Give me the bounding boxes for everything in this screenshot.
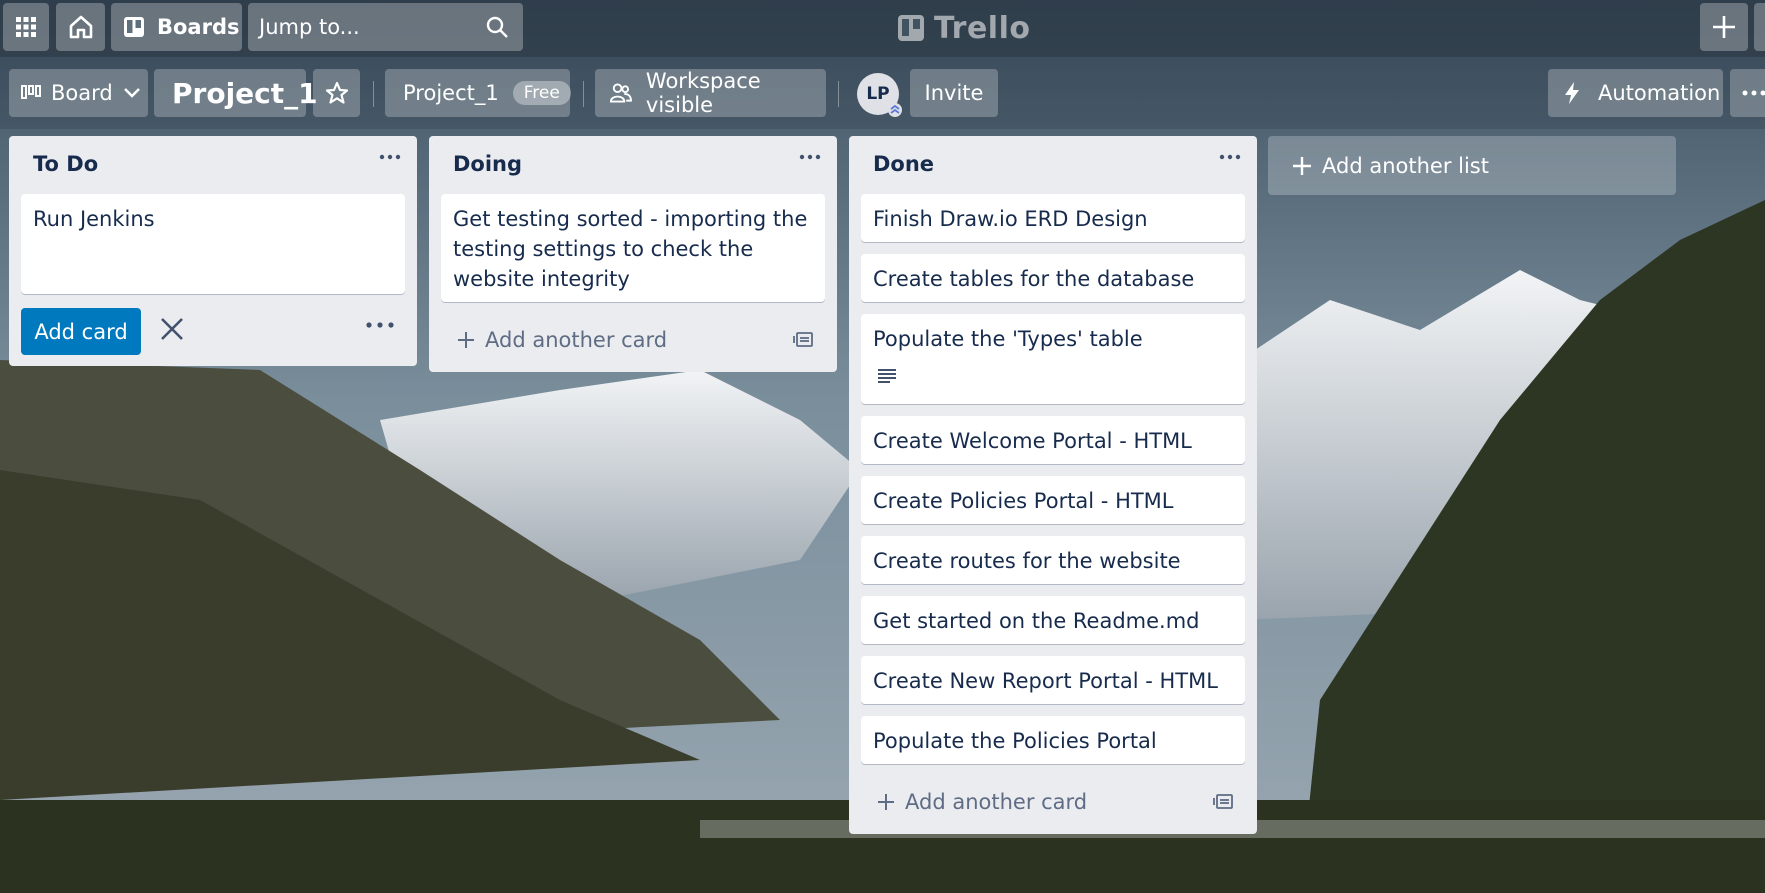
card[interactable]: Create Policies Portal - HTML [861,476,1245,524]
star-icon [325,81,348,104]
search-input[interactable]: Jump to... [248,3,523,51]
workspace-name: Project_1 [403,81,499,105]
card-template-icon[interactable] [793,329,815,349]
chevron-down-icon [123,88,140,98]
card[interactable]: Get testing sorted - importing the testi… [441,194,825,302]
composer-more-icon[interactable] [366,322,394,328]
board-menu-button[interactable] [1730,69,1765,117]
plus-icon [458,332,474,348]
description-icon [878,369,896,383]
apps-grid-icon [16,17,36,37]
board-view-icon [21,85,41,99]
add-another-list-label: Add another list [1322,153,1489,178]
add-card-button[interactable]: Add card [21,308,141,355]
card[interactable]: Create New Report Portal - HTML [861,656,1245,704]
visibility-label: Workspace visible [645,69,761,117]
avatar-initials: LP [866,84,890,104]
logo-text: Trello [934,10,1031,46]
plus-icon [1293,156,1311,175]
plus-icon [878,794,894,810]
card[interactable]: Populate the Policies Portal [861,716,1245,764]
home-icon [69,15,92,39]
card[interactable]: Create tables for the database [861,254,1245,302]
search-placeholder: Jump to... [259,15,360,39]
add-another-card-button[interactable]: Add another card [457,328,667,352]
home-button[interactable] [56,3,105,51]
star-board-button[interactable] [313,69,360,117]
workspace-button[interactable]: Project_1 Free [385,69,571,117]
list-to-do: To Do Run Jenkins Add card [9,136,417,366]
board-title[interactable]: Project_1 [154,69,318,117]
apps-switcher-button[interactable] [3,3,49,51]
card-template-icon[interactable] [1213,791,1235,811]
list-menu-icon[interactable] [1219,154,1241,160]
invite-button[interactable]: Invite [910,69,998,117]
boards-button[interactable]: Boards [111,3,242,51]
list-title[interactable]: Doing [453,152,522,176]
more-icon [1742,90,1765,96]
add-another-card-label: Add another card [485,328,668,352]
divider [583,81,584,107]
visibility-button[interactable]: Workspace visible [595,69,826,117]
card-composer-input[interactable]: Run Jenkins [21,194,405,294]
admin-badge-icon [888,103,902,117]
automation-label: Automation [1598,81,1721,105]
list-doing: Doing Get testing sorted - importing the… [429,136,837,372]
card[interactable]: Create Welcome Portal - HTML [861,416,1245,464]
card-with-description[interactable]: Populate the 'Types' table [861,314,1245,404]
card[interactable]: Finish Draw.io ERD Design [861,194,1245,242]
add-another-card-label: Add another card [905,790,1088,814]
boards-icon [124,17,144,37]
add-another-card-button[interactable]: Add another card [877,790,1087,814]
divider [373,81,374,107]
lightning-icon [1565,82,1579,104]
list-done: Done Finish Draw.io ERD Design Create ta… [849,136,1257,834]
list-title[interactable]: Done [873,152,934,176]
plus-icon [1713,16,1735,38]
info-button[interactable] [1754,3,1765,51]
member-avatar[interactable]: LP [857,73,902,117]
list-menu-icon[interactable] [799,154,821,160]
search-icon [486,16,508,38]
top-navigation: Boards Jump to... Trello [0,0,1765,57]
close-icon[interactable] [159,316,185,342]
create-button[interactable] [1700,3,1748,51]
people-icon [609,83,632,103]
trello-logo[interactable]: Trello [898,10,1031,46]
plan-badge: Free [512,81,571,105]
boards-label: Boards [157,15,240,39]
automation-button[interactable]: Automation [1548,69,1723,117]
board-header: Board Project_1 Project_1 Free Workspace… [0,57,1765,129]
board-view-switcher[interactable]: Board [9,69,148,117]
board-view-label: Board [51,81,113,105]
card[interactable]: Create routes for the website [861,536,1245,584]
add-another-list-button[interactable]: Add another list [1268,136,1676,195]
list-title[interactable]: To Do [33,152,98,176]
divider [838,81,839,107]
list-menu-icon[interactable] [379,154,401,160]
trello-logo-icon [898,15,924,41]
card-title: Populate the 'Types' table [873,327,1143,351]
card[interactable]: Get started on the Readme.md [861,596,1245,644]
